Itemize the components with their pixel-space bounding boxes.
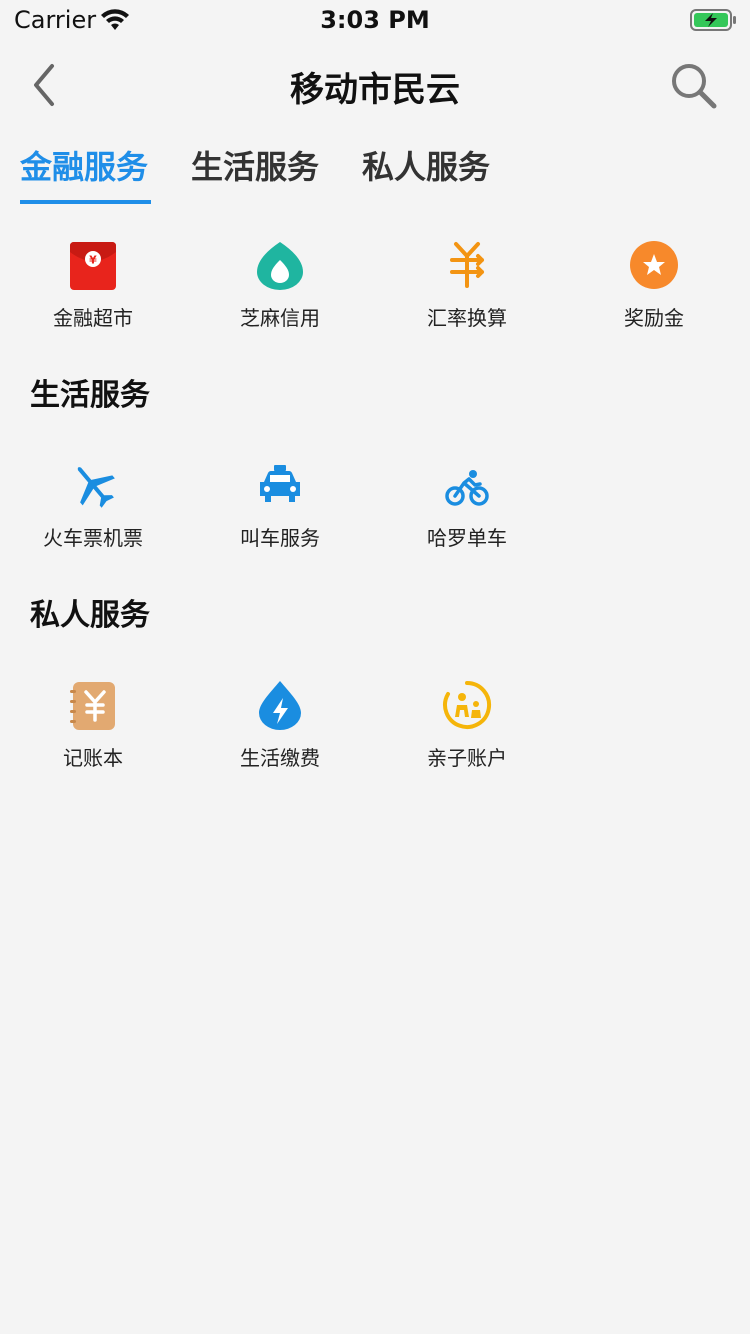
finance-services-grid: ¥ 金融超市 芝麻信用 汇率换算 奖励金: [0, 240, 750, 350]
clock: 3:03 PM: [320, 6, 430, 34]
search-icon[interactable]: [668, 60, 720, 112]
item-label: 火车票机票: [43, 526, 143, 550]
currency-exchange-item[interactable]: 汇率换算: [374, 240, 560, 350]
sesame-credit-icon: [257, 242, 303, 290]
red-envelope-icon: ¥: [70, 242, 116, 290]
hello-bike-item[interactable]: 哈罗单车: [374, 460, 560, 570]
battery-charging-icon: [690, 9, 736, 31]
status-bar: Carrier 3:03 PM: [0, 0, 750, 40]
page-title: 移动市民云: [290, 70, 460, 110]
category-tabs: 金融服务 生活服务 私人服务: [0, 130, 750, 210]
private-services-grid: 记账本 生活缴费 亲子账户: [0, 680, 750, 790]
tab-private[interactable]: 私人服务: [362, 142, 490, 188]
currency-exchange-icon: [450, 242, 484, 288]
item-label: 生活缴费: [240, 746, 320, 770]
train-flight-tickets-item[interactable]: 火车票机票: [0, 460, 186, 570]
family-account-icon: [443, 681, 492, 729]
item-label: 叫车服务: [240, 526, 320, 550]
utility-bill-icon: [259, 681, 301, 730]
ledger-icon: [70, 682, 115, 730]
item-label: 汇率换算: [427, 306, 507, 330]
life-services-title: 生活服务: [30, 378, 150, 413]
sesame-credit-item[interactable]: 芝麻信用: [187, 240, 373, 350]
ledger-item[interactable]: 记账本: [0, 680, 186, 790]
item-label: 金融超市: [53, 306, 133, 330]
active-tab-indicator: [20, 200, 151, 204]
bicycle-icon: [445, 470, 489, 506]
item-label: 芝麻信用: [240, 306, 320, 330]
svg-text:¥: ¥: [89, 254, 97, 267]
reward-item[interactable]: 奖励金: [561, 240, 747, 350]
navigation-bar: 移动市民云: [0, 40, 750, 128]
airplane-icon: [77, 467, 115, 508]
item-label: 哈罗单车: [427, 526, 507, 550]
private-services-title: 私人服务: [30, 598, 150, 633]
utility-payment-item[interactable]: 生活缴费: [187, 680, 373, 790]
reward-star-icon: [630, 241, 678, 289]
tab-finance[interactable]: 金融服务: [20, 142, 148, 188]
finance-supermarket-item[interactable]: ¥ 金融超市: [0, 240, 186, 350]
item-label: 亲子账户: [427, 746, 507, 770]
tab-life[interactable]: 生活服务: [191, 142, 319, 188]
family-account-item[interactable]: 亲子账户: [374, 680, 560, 790]
item-label: 记账本: [63, 746, 123, 770]
taxi-icon: [260, 465, 300, 502]
taxi-service-item[interactable]: 叫车服务: [187, 460, 373, 570]
life-services-grid: 火车票机票 叫车服务 哈罗单车: [0, 460, 750, 570]
item-label: 奖励金: [624, 306, 684, 330]
